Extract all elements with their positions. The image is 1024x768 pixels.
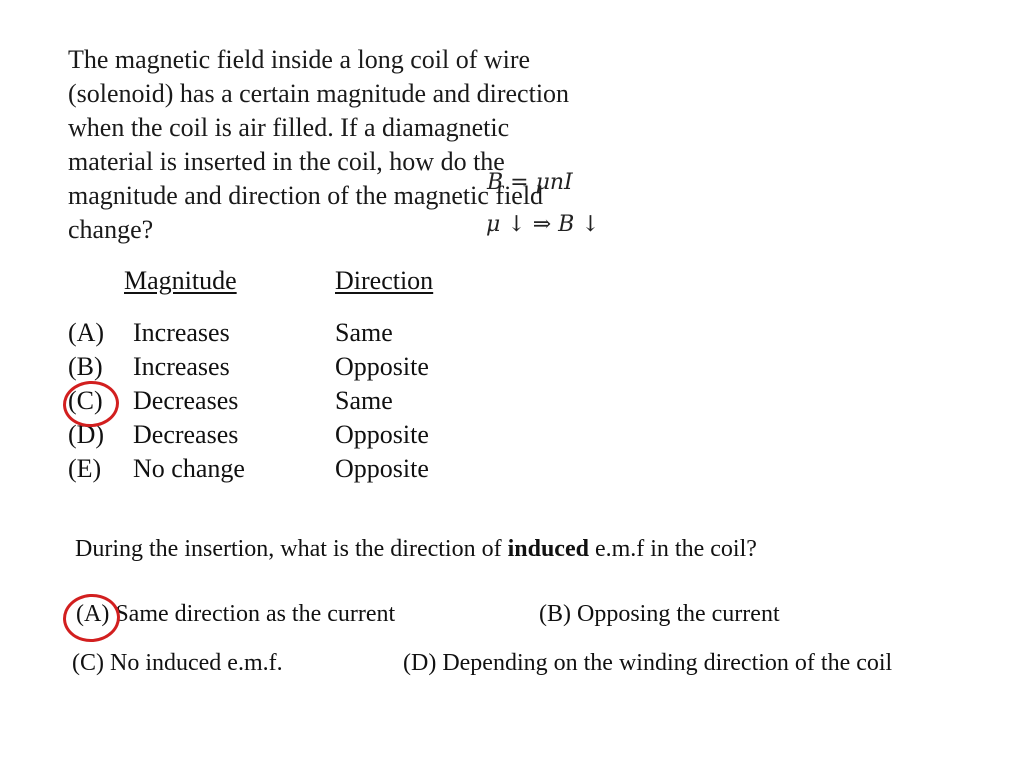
- option-row-a: (A) Increases Same: [68, 316, 488, 350]
- question2-suffix: e.m.f in the coil?: [588, 536, 757, 562]
- option-magnitude: Decreases: [133, 420, 239, 449]
- answer-option-b: (B) Opposing the current: [539, 601, 780, 627]
- option-direction: Opposite: [335, 352, 429, 381]
- formula-annotation: B = μnI: [487, 170, 573, 195]
- magnitude-header: Magnitude: [124, 266, 237, 295]
- question2-text: During the insertion, what is the direct…: [75, 536, 757, 563]
- option-magnitude: Increases: [133, 352, 230, 381]
- option-row-b: (B) Increases Opposite: [68, 350, 488, 384]
- option-magnitude: Increases: [133, 318, 230, 347]
- question1-line: The magnetic field inside a long coil of…: [68, 45, 531, 74]
- option-magnitude: No change: [133, 454, 245, 483]
- option-row-d: (D) Decreases Opposite: [68, 418, 488, 452]
- answer-option-a: (A) Same direction as the current: [76, 601, 396, 627]
- option-letter: (E): [68, 454, 102, 483]
- question1-line: when the coil is air filled. If a diamag…: [68, 113, 510, 142]
- option-letter: (B): [68, 352, 103, 381]
- option-letter: (A): [68, 318, 105, 347]
- option-row-c: (C) Decreases Same: [68, 384, 488, 418]
- option-row-e: (E) No change Opposite: [68, 452, 488, 486]
- option-direction: Opposite: [335, 420, 429, 449]
- option-direction: Same: [335, 386, 393, 415]
- question2-prefix: During the insertion, what is the direct…: [75, 536, 508, 562]
- question2-bold: induced: [507, 536, 589, 562]
- implication-annotation: μ ↓ ⇒ B ↓: [486, 212, 600, 237]
- option-magnitude: Decreases: [133, 386, 239, 415]
- answer-option-d: (D) Depending on the winding direction o…: [403, 650, 893, 676]
- question1-line: (solenoid) has a certain magnitude and d…: [68, 79, 570, 108]
- option-direction: Opposite: [335, 454, 429, 483]
- answer-circle-mark: [61, 592, 122, 644]
- option-direction: Same: [335, 318, 393, 347]
- answer-option-c: (C) No induced e.m.f.: [72, 650, 283, 676]
- direction-header: Direction: [335, 266, 434, 295]
